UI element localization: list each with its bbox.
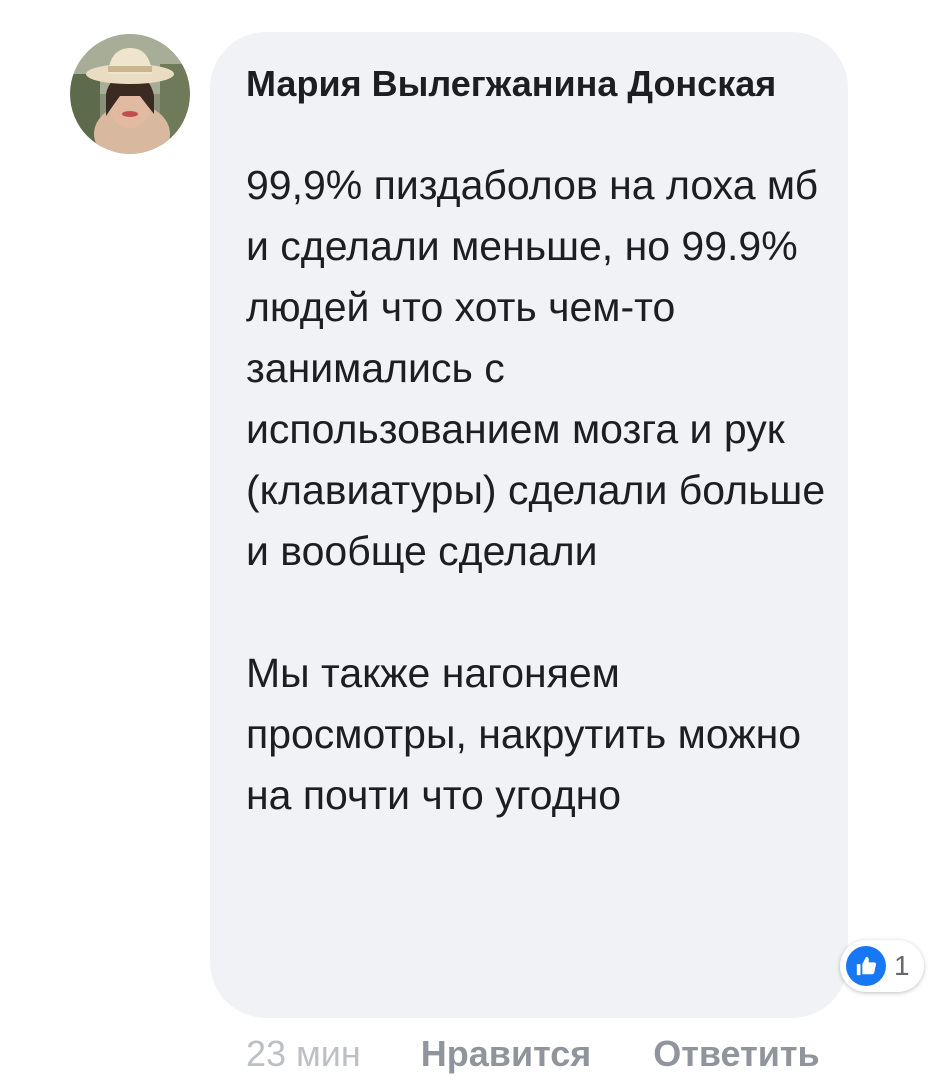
reaction-count: 1 xyxy=(894,950,910,981)
like-button[interactable]: Нравится xyxy=(421,1033,591,1075)
like-icon xyxy=(846,946,886,986)
comment-timestamp[interactable]: 23 мин xyxy=(246,1033,361,1075)
reaction-summary[interactable]: 1 xyxy=(840,940,924,992)
comment-actions: 23 мин Нравится Ответить xyxy=(246,1030,820,1078)
reply-button[interactable]: Ответить xyxy=(653,1033,819,1075)
comment-text: 99,9% пиздаболов на лоха мб и сделали ме… xyxy=(246,162,826,818)
avatar[interactable] xyxy=(70,34,190,154)
profile-photo-icon xyxy=(70,34,190,154)
comment-author[interactable]: Мария Вылегжанина Донская xyxy=(246,58,806,110)
